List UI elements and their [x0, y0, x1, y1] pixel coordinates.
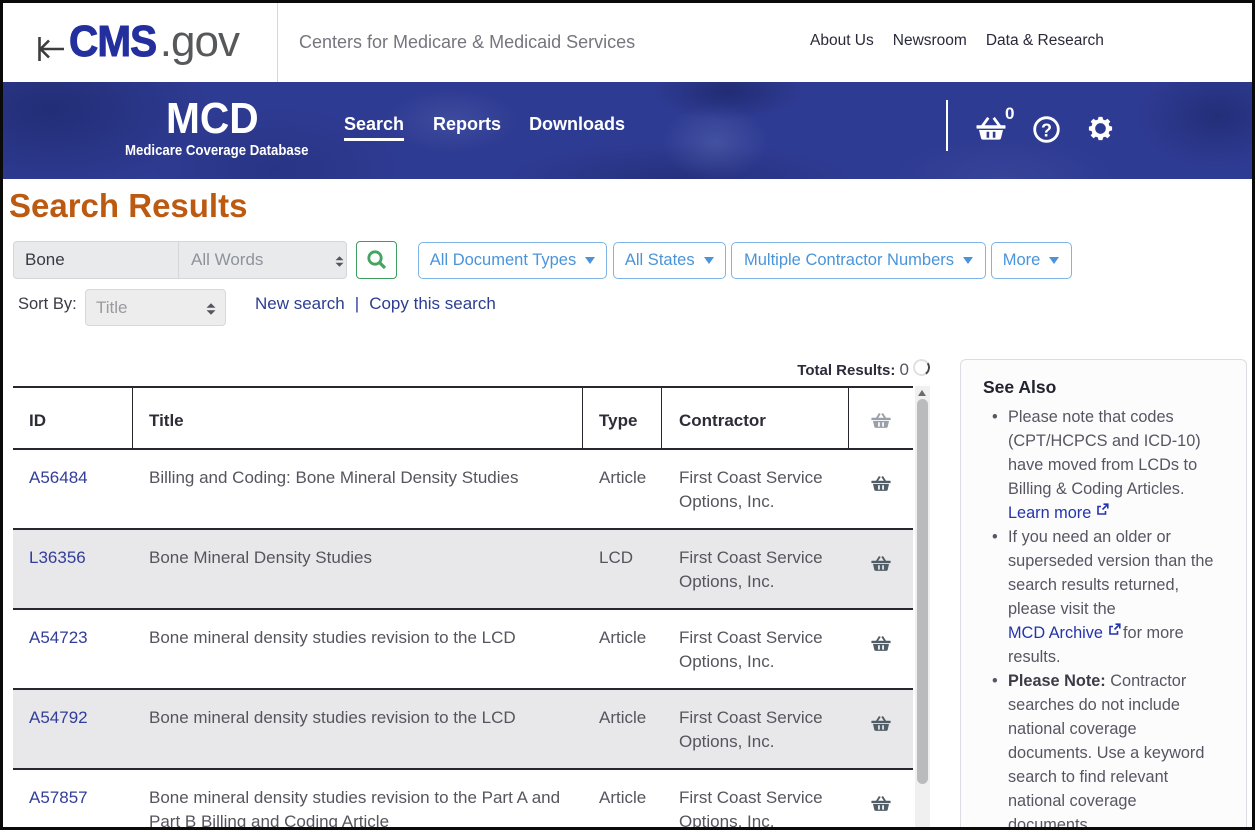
svg-text:?: ?: [1041, 120, 1052, 140]
